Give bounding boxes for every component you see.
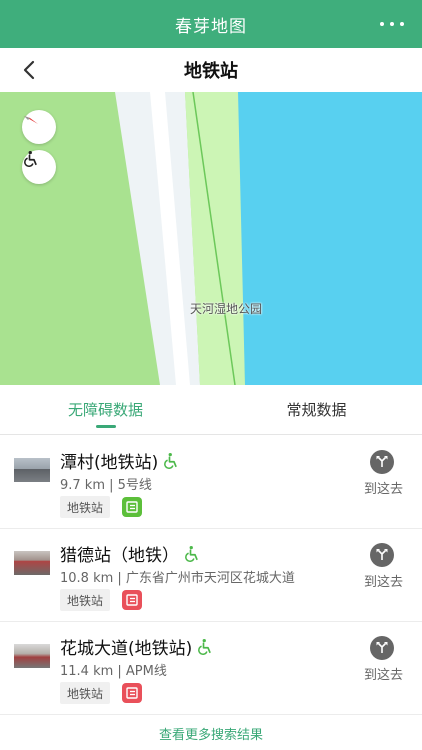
page-title: 地铁站 bbox=[184, 61, 238, 82]
app-bar: 春芽地图 bbox=[0, 0, 422, 48]
list-item[interactable]: 花城大道(地铁站) 11.4 km | APM线 地铁站 到这去 bbox=[0, 622, 422, 715]
exit-badge-icon bbox=[122, 683, 142, 703]
station-meta: 10.8 km | 广东省广州市天河区花城大道 bbox=[60, 571, 295, 586]
station-name: 潭村(地铁站) bbox=[60, 453, 159, 473]
tab-regular-data[interactable]: 常规数据 bbox=[211, 385, 422, 434]
list-item[interactable]: 潭村(地铁站) 9.7 km | 5号线 地铁站 到这去 bbox=[0, 436, 422, 529]
route-icon[interactable] bbox=[370, 636, 394, 660]
tab-accessible-data[interactable]: 无障碍数据 bbox=[0, 385, 211, 434]
go-here-button[interactable]: 到这去 bbox=[364, 664, 403, 683]
list-item[interactable]: 猎德站（地铁） 10.8 km | 广东省广州市天河区花城大道 地铁站 到这去 bbox=[0, 529, 422, 622]
wheelchair-icon bbox=[164, 452, 177, 469]
more-icon[interactable] bbox=[380, 14, 404, 34]
station-meta: 11.4 km | APM线 bbox=[60, 664, 167, 679]
route-icon[interactable] bbox=[370, 543, 394, 567]
category-tag: 地铁站 bbox=[60, 682, 111, 704]
station-thumbnail bbox=[14, 644, 50, 668]
wheelchair-icon bbox=[185, 545, 198, 562]
map-view[interactable]: 天河湿地公园 bbox=[0, 92, 422, 385]
result-list: 潭村(地铁站) 9.7 km | 5号线 地铁站 到这去 猎德站（地铁） 10.… bbox=[0, 436, 422, 715]
go-here-button[interactable]: 到这去 bbox=[364, 571, 403, 590]
accessibility-button[interactable] bbox=[22, 150, 56, 184]
station-thumbnail bbox=[14, 458, 50, 482]
compass-button[interactable] bbox=[22, 110, 56, 144]
app-title: 春芽地图 bbox=[175, 16, 247, 37]
station-thumbnail bbox=[14, 551, 50, 575]
data-tabs: 无障碍数据 常规数据 bbox=[0, 385, 422, 435]
exit-badge-icon bbox=[122, 497, 142, 517]
exit-badge-icon bbox=[122, 590, 142, 610]
nav-bar: 地铁站 bbox=[0, 48, 422, 92]
station-name: 花城大道(地铁站) bbox=[60, 639, 193, 659]
compass-icon bbox=[24, 116, 38, 124]
back-icon[interactable] bbox=[18, 58, 42, 82]
go-here-button[interactable]: 到这去 bbox=[364, 478, 403, 497]
route-icon[interactable] bbox=[370, 450, 394, 474]
category-tag: 地铁站 bbox=[60, 589, 111, 611]
map-label: 天河湿地公园 bbox=[190, 302, 263, 316]
more-results-link[interactable]: 查看更多搜索结果 bbox=[0, 716, 422, 750]
map-canvas bbox=[0, 92, 422, 385]
wheelchair-icon bbox=[198, 638, 211, 655]
wheelchair-icon bbox=[24, 150, 37, 168]
station-name: 猎德站（地铁） bbox=[60, 546, 179, 566]
station-meta: 9.7 km | 5号线 bbox=[60, 478, 152, 493]
category-tag: 地铁站 bbox=[60, 496, 111, 518]
